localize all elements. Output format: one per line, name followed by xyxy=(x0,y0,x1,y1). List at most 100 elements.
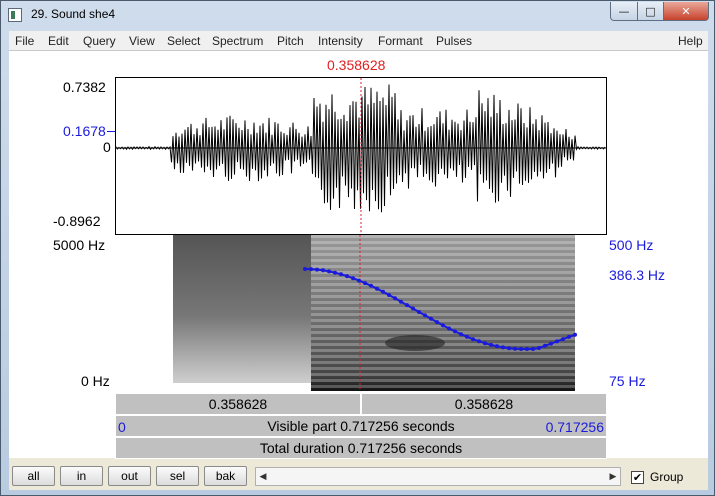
zoom-out-button[interactable]: out xyxy=(108,466,151,486)
visible-part-text: Visible part 0.717256 seconds xyxy=(267,418,455,434)
pitch-point xyxy=(423,313,427,318)
pitch-point xyxy=(561,337,565,342)
pitch-point xyxy=(357,278,361,283)
wave-max-label: 0.7382 xyxy=(63,79,106,95)
spectrogram-panel[interactable] xyxy=(115,235,607,391)
maximize-button[interactable]: □ xyxy=(637,2,664,21)
pitch-point xyxy=(549,341,553,346)
title-bar[interactable]: 29. Sound she4 — □ ✕ xyxy=(1,1,714,29)
wave-zero-label: 0 xyxy=(103,139,111,155)
pitch-point xyxy=(465,334,469,339)
pitch-bottom-label: 75 Hz xyxy=(609,373,646,389)
spectrogram-svg xyxy=(173,235,577,391)
zoom-all-button[interactable]: all xyxy=(12,466,55,486)
app-icon xyxy=(8,8,22,22)
pitch-point xyxy=(519,347,523,351)
pitch-top-label: 500 Hz xyxy=(609,237,654,253)
pitch-point xyxy=(351,276,355,281)
client-area: File Edit Query View Select Spectrum Pit… xyxy=(9,31,708,490)
menu-bar: File Edit Query View Select Spectrum Pit… xyxy=(9,31,708,51)
menu-formant[interactable]: Formant xyxy=(378,34,423,48)
pitch-point xyxy=(501,345,505,350)
visible-part-bar[interactable]: 0 Visible part 0.717256 seconds 0.717256 xyxy=(115,415,607,437)
pitch-point xyxy=(447,326,451,331)
pitch-point xyxy=(399,299,403,304)
group-label: Group xyxy=(650,470,684,484)
menu-select[interactable]: Select xyxy=(167,34,200,48)
pitch-point xyxy=(435,320,439,325)
total-duration-bar[interactable]: Total duration 0.717256 seconds xyxy=(115,437,607,459)
pitch-point xyxy=(477,339,481,344)
zoom-in-button[interactable]: in xyxy=(60,466,103,486)
harmonic-stripes xyxy=(311,235,575,391)
zoom-back-button[interactable]: bak xyxy=(204,466,247,486)
menu-file[interactable]: File xyxy=(15,34,34,48)
pitch-point xyxy=(387,293,391,297)
pitch-point xyxy=(333,270,337,275)
pitch-point xyxy=(543,343,547,348)
pitch-point xyxy=(405,303,409,308)
pitch-point xyxy=(531,347,535,351)
group-checkbox[interactable]: ✔ xyxy=(631,471,644,484)
pitch-point xyxy=(303,267,307,271)
spec-freq-top-label: 5000 Hz xyxy=(53,237,106,253)
close-button[interactable]: ✕ xyxy=(663,2,709,21)
pitch-point xyxy=(309,267,313,272)
fricative-region xyxy=(173,235,313,383)
zoom-sel-button[interactable]: sel xyxy=(156,466,199,486)
pitch-point xyxy=(375,286,379,291)
wave-cursor-tick xyxy=(107,131,115,132)
pitch-point xyxy=(321,268,325,273)
visible-end-label: 0.717256 xyxy=(545,419,604,435)
praat-sound-window: 29. Sound she4 — □ ✕ File Edit Query Vie… xyxy=(0,0,715,496)
formant-blob xyxy=(385,335,445,351)
pitch-point xyxy=(495,344,499,349)
pitch-point xyxy=(573,332,577,337)
pitch-point xyxy=(411,306,415,311)
left-segment-bar[interactable]: 0.358628 xyxy=(115,393,361,415)
pitch-point xyxy=(471,337,475,342)
menu-pulses[interactable]: Pulses xyxy=(436,34,472,48)
menu-spectrum[interactable]: Spectrum xyxy=(212,34,263,48)
waveform-svg xyxy=(115,78,606,234)
pitch-cursor-label: 386.3 Hz xyxy=(609,267,666,283)
right-segment-bar[interactable]: 0.358628 xyxy=(361,393,607,415)
menu-view[interactable]: View xyxy=(129,34,155,48)
pitch-point xyxy=(537,346,541,350)
pitch-point xyxy=(363,281,367,286)
pitch-point xyxy=(417,310,421,314)
pitch-point xyxy=(567,334,571,339)
horizontal-scrollbar[interactable]: ◀ ▶ xyxy=(255,467,621,486)
wave-cursor-value-label: 0.1678 xyxy=(63,123,106,139)
arrow-left-icon[interactable]: ◀ xyxy=(256,468,270,485)
bottom-toolbar: all in out sel bak ◀ ▶ ✔ Group xyxy=(9,464,708,490)
window-title: 29. Sound she4 xyxy=(31,7,116,21)
menu-help[interactable]: Help xyxy=(678,34,703,48)
pitch-point xyxy=(393,296,397,301)
minimize-button[interactable]: — xyxy=(610,2,638,21)
pitch-point xyxy=(345,274,349,279)
pitch-point xyxy=(453,329,457,334)
pitch-point xyxy=(315,267,319,272)
pitch-point xyxy=(459,332,463,337)
pitch-point xyxy=(483,341,487,346)
checkmark-icon: ✔ xyxy=(632,471,643,484)
menu-edit[interactable]: Edit xyxy=(48,34,69,48)
pitch-point xyxy=(369,283,373,288)
pitch-point xyxy=(429,316,433,321)
menu-pitch[interactable]: Pitch xyxy=(277,34,304,48)
wave-min-label: -0.8962 xyxy=(53,213,101,229)
arrow-right-icon[interactable]: ▶ xyxy=(606,468,620,485)
sound-editor-workspace[interactable]: 0.358628 0.7382 0.1678 0 -0.8962 5000 Hz… xyxy=(9,51,708,459)
pitch-point xyxy=(327,269,331,274)
pitch-point xyxy=(381,289,385,294)
menu-query[interactable]: Query xyxy=(83,34,116,48)
menu-intensity[interactable]: Intensity xyxy=(318,34,363,48)
pitch-point xyxy=(525,347,529,351)
cursor-time-label: 0.358628 xyxy=(327,57,386,73)
pitch-point xyxy=(339,272,343,277)
waveform-panel[interactable] xyxy=(115,77,607,235)
pitch-point xyxy=(507,346,511,351)
pitch-point xyxy=(555,339,559,344)
spec-freq-bottom-label: 0 Hz xyxy=(81,373,110,389)
